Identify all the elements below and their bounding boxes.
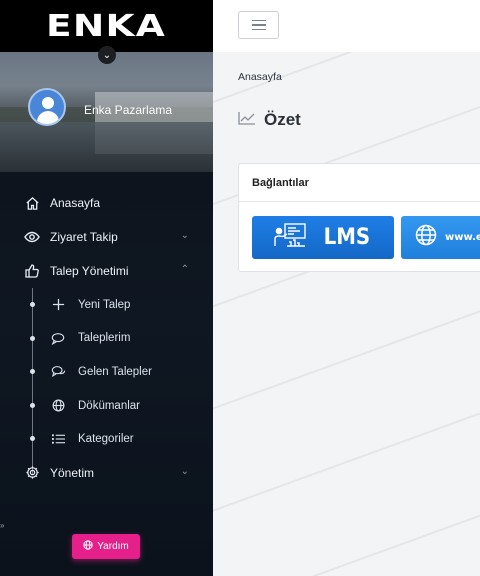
card-title: Bağlantılar (239, 164, 480, 202)
avatar-body (37, 111, 59, 124)
sidebar: ENKA ⌄ Enka Pazarlama Anasayfa Ziyaret T… (0, 0, 213, 576)
brand-header: ENKA (0, 0, 213, 52)
sidebar-item-ziyaret-takip[interactable]: Ziyaret Takip ⌄ (0, 220, 213, 254)
globe-icon (50, 398, 66, 414)
brand-logo[interactable]: ENKA (46, 9, 166, 44)
sidebar-item-anasayfa[interactable]: Anasayfa (0, 186, 213, 220)
sidebar-subitem-label: Yeni Talep (78, 298, 131, 311)
sidebar-edge-arrows[interactable]: » (0, 521, 4, 530)
sidebar-subitem-label: Dökümanlar (78, 399, 140, 412)
sidebar-subitem-label: Taleplerim (78, 332, 131, 345)
plus-icon (50, 297, 66, 313)
website-link-tile[interactable]: www.er (401, 216, 480, 259)
thumbs-up-icon (24, 263, 40, 279)
chevron-down-icon[interactable]: ⌄ (98, 46, 116, 64)
main-content: Anasayfa Özet Bağlantılar LMS www.e (213, 52, 480, 576)
sidebar-item-label: Talep Yönetimi (50, 264, 129, 278)
hamburger-line (251, 24, 266, 26)
bullet-dot (30, 335, 35, 341)
lms-label: LMS (323, 225, 371, 250)
sidebar-item-label: Ziyaret Takip (50, 230, 118, 244)
bullet-dot (30, 402, 35, 408)
globe-icon (415, 224, 437, 251)
sidebar-subitem-label: Kategoriler (78, 433, 134, 446)
chevron-down-icon: ⌄ (180, 230, 189, 241)
website-label: www.er (445, 232, 480, 243)
home-icon (24, 195, 40, 211)
help-button-label: Yardım (97, 541, 129, 552)
gear-icon (24, 465, 40, 481)
page-title-text: Özet (264, 110, 301, 129)
chevron-up-icon: ⌃ (180, 264, 189, 275)
sidebar-subitem-kategoriler[interactable]: Kategoriler (0, 422, 213, 456)
page-title: Özet (238, 110, 301, 130)
sidebar-menu: Anasayfa Ziyaret Takip ⌄ Talep Yönetimi … (0, 186, 213, 490)
help-button[interactable]: Yardım (72, 534, 140, 559)
avatar-head (42, 97, 54, 109)
chevron-down-icon: ⌄ (180, 465, 189, 477)
sidebar-item-yonetim[interactable]: Yönetim ⌄ (0, 456, 213, 490)
sidebar-item-label: Anasayfa (50, 196, 101, 210)
sidebar-item-talep-yonetimi[interactable]: Talep Yönetimi ⌃ (0, 254, 213, 288)
sidebar-subitem-gelen-talepler[interactable]: Gelen Talepler (0, 355, 213, 389)
chat-bubble-icon (50, 330, 66, 346)
chat-bubbles-icon (50, 364, 66, 380)
hamburger-line (251, 19, 266, 22)
list-icon (50, 431, 66, 447)
bullet-dot (30, 369, 35, 375)
sidebar-subitem-taleplerim[interactable]: Taleplerim (0, 322, 213, 356)
area-chart-icon (238, 110, 256, 130)
banner-ground (0, 122, 213, 172)
menu-toggle-button[interactable] (238, 11, 279, 39)
eye-icon (24, 229, 40, 245)
avatar[interactable] (28, 88, 66, 126)
breadcrumb[interactable]: Anasayfa (238, 71, 282, 83)
sidebar-subitem-dokumanlar[interactable]: Dökümanlar (0, 389, 213, 423)
links-card: Bağlantılar LMS www.er (238, 163, 480, 272)
globe-icon (83, 540, 93, 553)
bullet-dot (30, 302, 35, 307)
sidebar-subitem-yeni-talep[interactable]: Yeni Talep (0, 288, 213, 322)
talep-submenu: Yeni Talep Taleplerim Gelen Talepler Dök… (0, 288, 213, 474)
sidebar-subitem-label: Gelen Talepler (78, 365, 152, 378)
bullet-dot (30, 436, 35, 442)
top-bar (213, 0, 480, 52)
sidebar-item-label: Yönetim (50, 465, 95, 480)
presentation-icon (273, 222, 307, 253)
hamburger-line (251, 28, 266, 31)
lms-link-tile[interactable]: LMS (252, 216, 394, 259)
user-name[interactable]: Enka Pazarlama (84, 103, 172, 117)
